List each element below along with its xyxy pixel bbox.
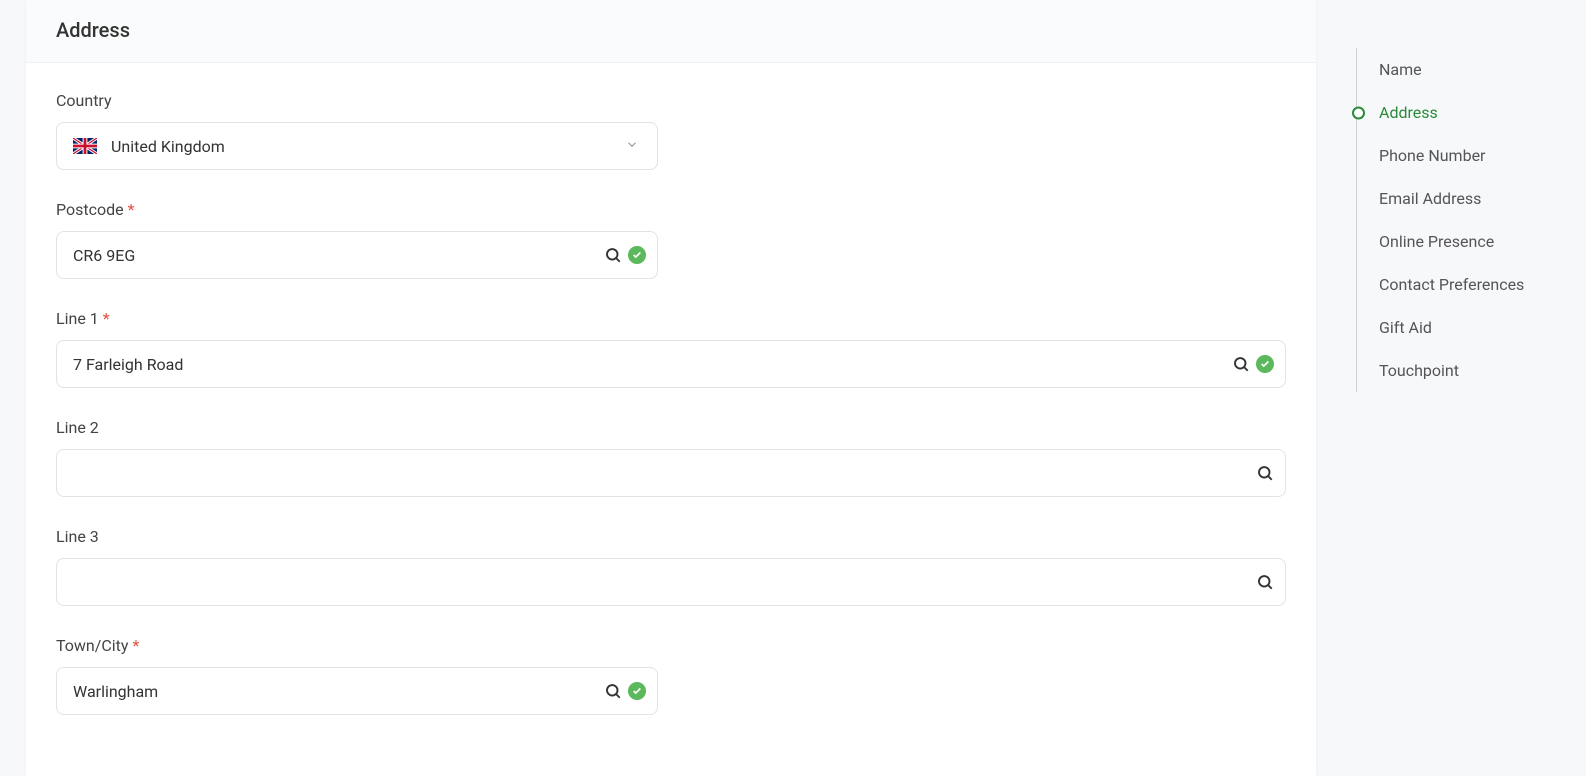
chevron-down-icon: [625, 137, 639, 156]
nav-item-online[interactable]: Online Presence: [1357, 220, 1586, 263]
section-nav-sidebar: Name Address Phone Number Email Address …: [1316, 0, 1586, 776]
form-body: Country United Kingdom: [26, 63, 1316, 725]
uk-flag-icon: [73, 138, 97, 154]
country-label: Country: [56, 91, 1286, 110]
line2-label: Line 2: [56, 418, 1286, 437]
nav-item-contact-prefs[interactable]: Contact Preferences: [1357, 263, 1586, 306]
search-icon[interactable]: [604, 682, 622, 700]
section-title: Address: [56, 18, 1286, 42]
nav-item-giftaid[interactable]: Gift Aid: [1357, 306, 1586, 349]
nav-list: Name Address Phone Number Email Address …: [1356, 48, 1586, 392]
towncity-input[interactable]: [56, 667, 658, 715]
section-header: Address: [26, 0, 1316, 63]
nav-item-email[interactable]: Email Address: [1357, 177, 1586, 220]
towncity-group: Town/City *: [56, 636, 1286, 715]
search-icon[interactable]: [1232, 355, 1250, 373]
line1-input[interactable]: [56, 340, 1286, 388]
nav-item-phone[interactable]: Phone Number: [1357, 134, 1586, 177]
postcode-input[interactable]: [56, 231, 658, 279]
search-icon[interactable]: [1256, 573, 1274, 591]
search-icon[interactable]: [604, 246, 622, 264]
search-icon[interactable]: [1256, 464, 1274, 482]
line3-label: Line 3: [56, 527, 1286, 546]
check-icon: [628, 246, 646, 264]
postcode-label: Postcode *: [56, 200, 1286, 219]
postcode-group: Postcode *: [56, 200, 1286, 279]
nav-item-touchpoint[interactable]: Touchpoint: [1357, 349, 1586, 392]
check-icon: [1256, 355, 1274, 373]
line3-group: Line 3: [56, 527, 1286, 606]
line1-group: Line 1 *: [56, 309, 1286, 388]
line2-input[interactable]: [56, 449, 1286, 497]
nav-item-address[interactable]: Address: [1357, 91, 1586, 134]
country-select[interactable]: United Kingdom: [56, 122, 658, 170]
nav-item-name[interactable]: Name: [1357, 48, 1586, 91]
country-value: United Kingdom: [111, 137, 225, 156]
line3-input[interactable]: [56, 558, 1286, 606]
country-group: Country United Kingdom: [56, 91, 1286, 170]
line2-group: Line 2: [56, 418, 1286, 497]
check-icon: [628, 682, 646, 700]
towncity-label: Town/City *: [56, 636, 1286, 655]
address-form-panel: Address Country United Kingdom: [26, 0, 1316, 776]
line1-label: Line 1 *: [56, 309, 1286, 328]
